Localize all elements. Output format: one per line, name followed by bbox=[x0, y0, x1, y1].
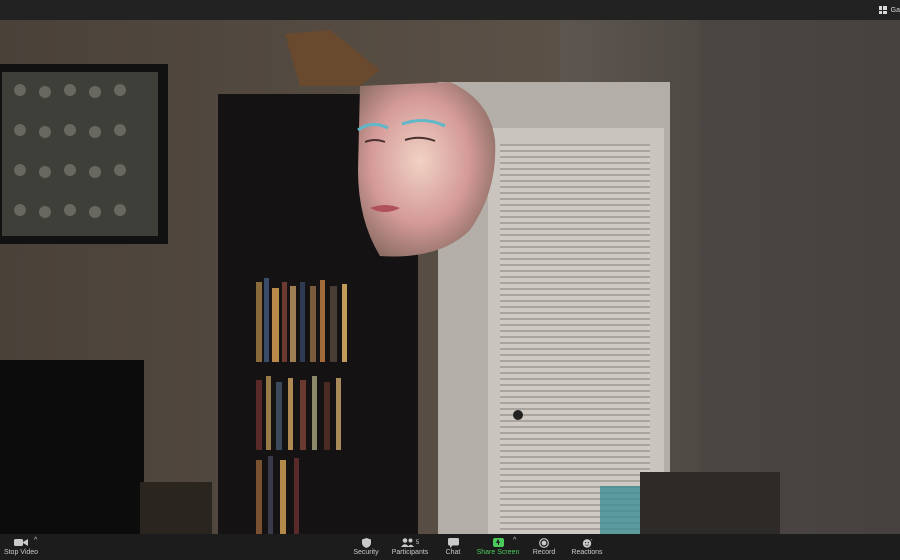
record-label: Record bbox=[532, 549, 556, 556]
reactions-button[interactable]: + Reactions bbox=[570, 534, 604, 560]
stop-video-button[interactable]: Stop Video bbox=[4, 534, 38, 560]
meeting-toolbar: Stop Video ^ Security 5 Participants Cha… bbox=[0, 534, 900, 560]
security-button[interactable]: Security bbox=[350, 534, 382, 560]
reactions-label: Reactions bbox=[571, 549, 603, 556]
security-label: Security bbox=[353, 549, 379, 556]
shield-icon bbox=[361, 537, 371, 548]
stop-video-label: Stop Video bbox=[3, 549, 39, 556]
share-options-caret-icon[interactable]: ^ bbox=[513, 537, 516, 544]
curtain bbox=[700, 20, 900, 534]
video-frame bbox=[0, 20, 900, 534]
television bbox=[0, 360, 144, 534]
crate bbox=[640, 472, 780, 534]
svg-text:+: + bbox=[590, 538, 593, 542]
chat-label: Chat bbox=[445, 549, 461, 556]
chat-button[interactable]: Chat bbox=[440, 534, 466, 560]
top-bar: Ga bbox=[0, 0, 900, 20]
grid-view-icon bbox=[878, 6, 887, 14]
door-knob bbox=[513, 410, 523, 420]
participants-button[interactable]: 5 Participants bbox=[390, 534, 430, 560]
chat-bubble-icon bbox=[447, 537, 459, 548]
video-camera-icon bbox=[14, 537, 28, 548]
participants-icon: 5 bbox=[400, 537, 420, 548]
record-icon bbox=[539, 537, 549, 548]
record-button[interactable]: Record bbox=[530, 534, 558, 560]
participants-count: 5 bbox=[415, 539, 420, 546]
gallery-view-button[interactable]: Ga bbox=[878, 0, 900, 20]
reactions-icon: + bbox=[582, 537, 593, 548]
gallery-view-label: Ga bbox=[890, 6, 900, 14]
blue-bag bbox=[600, 486, 644, 534]
louvered-panel bbox=[500, 144, 650, 534]
video-feed bbox=[0, 20, 900, 534]
books-on-floor bbox=[140, 482, 212, 534]
share-screen-label: Share Screen bbox=[476, 549, 520, 556]
share-screen-icon bbox=[492, 537, 504, 548]
caret-up-icon[interactable]: ^ bbox=[34, 537, 37, 544]
participants-label: Participants bbox=[391, 549, 429, 556]
